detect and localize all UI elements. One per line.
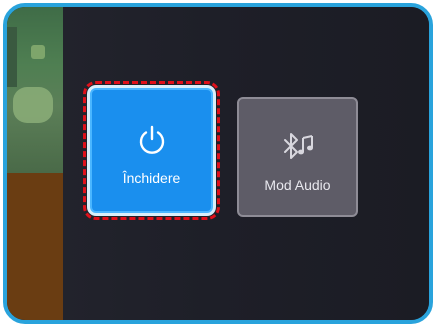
bluetooth-music-icon [278,127,318,167]
audio-mode-label: Mod Audio [264,177,331,193]
background-image [7,7,63,320]
background-image-top [7,7,63,173]
screen-frame [3,3,433,324]
audio-mode-button[interactable]: Mod Audio [237,97,358,217]
background-image-bottom [7,173,63,320]
shutdown-label: Închidere [122,170,181,186]
power-icon [132,120,172,160]
shutdown-button[interactable]: Închidere [83,81,220,220]
